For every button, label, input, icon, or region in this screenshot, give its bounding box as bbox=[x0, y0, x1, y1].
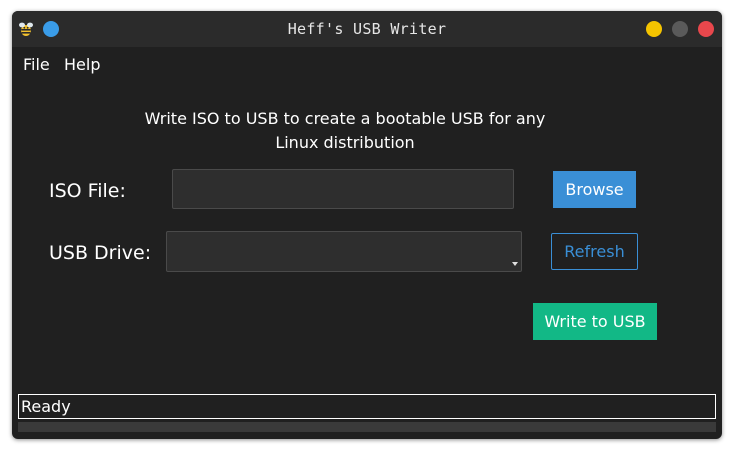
usb-drive-label: USB Drive: bbox=[49, 242, 152, 264]
description-text: Write ISO to USB to create a bootable US… bbox=[135, 107, 555, 155]
status-text: Ready bbox=[21, 397, 71, 416]
iso-file-input[interactable] bbox=[172, 169, 514, 209]
maximize-button[interactable] bbox=[672, 21, 688, 37]
description-line-2: Linux distribution bbox=[275, 133, 415, 152]
title-bar[interactable]: Heff's USB Writer bbox=[12, 11, 722, 47]
close-button[interactable] bbox=[698, 21, 714, 37]
minimize-button[interactable] bbox=[646, 21, 662, 37]
window-title: Heff's USB Writer bbox=[287, 20, 447, 38]
chevron-down-icon bbox=[512, 262, 518, 266]
menu-help[interactable]: Help bbox=[64, 47, 100, 83]
refresh-button[interactable]: Refresh bbox=[551, 233, 638, 270]
menu-file[interactable]: File bbox=[23, 47, 50, 83]
app-window: Heff's USB Writer File Help Write ISO to… bbox=[12, 11, 722, 439]
description-line-1: Write ISO to USB to create a bootable US… bbox=[144, 109, 546, 128]
main-content: File Help Write ISO to USB to create a b… bbox=[15, 47, 719, 437]
iso-file-label: ISO File: bbox=[49, 180, 126, 202]
usb-drive-select[interactable] bbox=[166, 231, 522, 272]
menu-bar: File Help bbox=[15, 47, 719, 83]
write-to-usb-button[interactable]: Write to USB bbox=[533, 303, 657, 340]
browse-button[interactable]: Browse bbox=[553, 171, 636, 208]
status-bar: Ready bbox=[18, 394, 716, 419]
bottom-strip bbox=[18, 422, 716, 432]
